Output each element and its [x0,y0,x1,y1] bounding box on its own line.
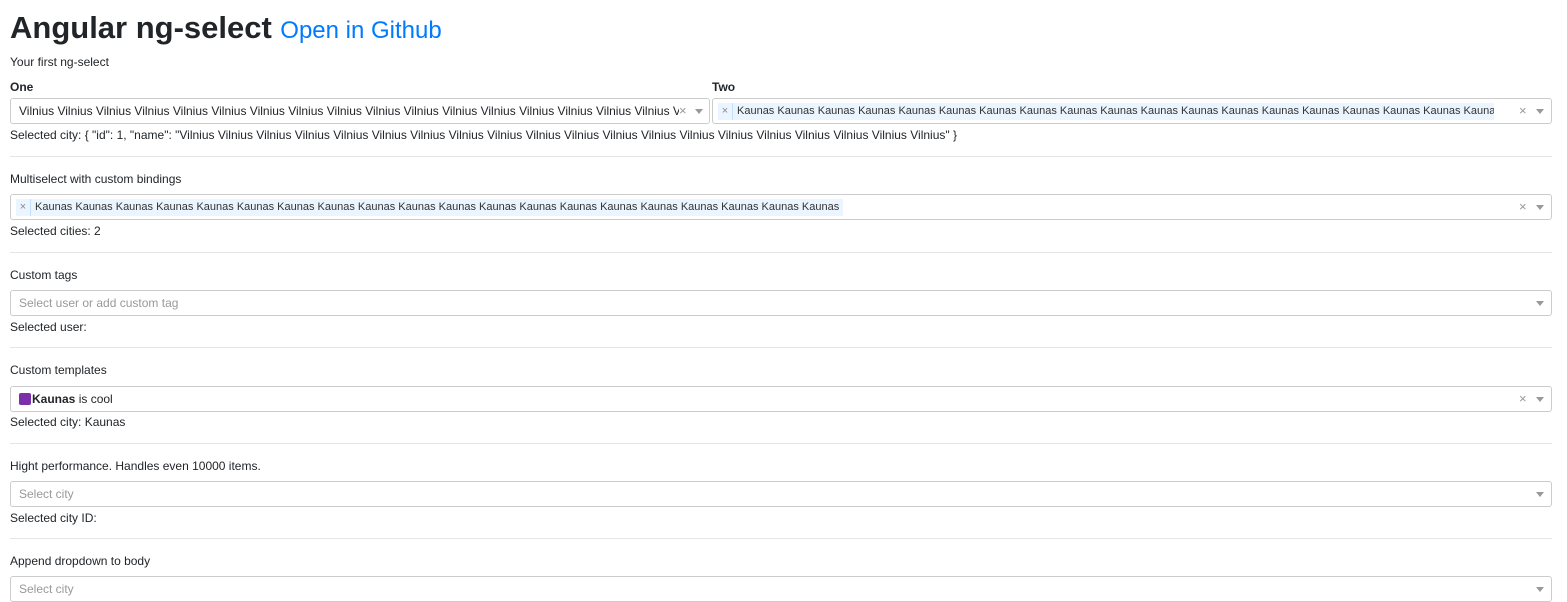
chevron-down-icon[interactable] [1536,109,1544,114]
label-append-body: Append dropdown to body [10,554,151,568]
label-one: One [10,80,34,94]
chevron-down-icon[interactable] [1536,492,1544,497]
clear-icon[interactable]: × [1519,99,1527,123]
select-two[interactable]: × Kaunas Kaunas Kaunas Kaunas Kaunas Kaun… [712,98,1552,124]
clear-icon[interactable]: × [1519,195,1527,219]
city-image-icon [19,393,31,405]
select-performance[interactable]: Select city [10,481,1552,507]
select-placeholder: Select city [19,582,74,596]
selected-cities-text: Selected cities: 2 [10,224,101,238]
select-placeholder: Select city [19,487,74,501]
city-suffix: is cool [75,392,113,406]
selected-city-id-text: Selected city ID: [10,511,97,525]
chevron-down-icon[interactable] [695,109,703,114]
chip-remove-icon[interactable]: × [16,199,31,216]
select-append-body[interactable]: Select city [10,576,1552,602]
selected-chip: × Kaunas Kaunas Kaunas Kaunas Kaunas Kaun… [16,199,844,216]
select-one[interactable]: Vilnius Vilnius Vilnius Vilnius Vilnius … [10,98,710,124]
label-multiselect: Multiselect with custom bindings [10,172,182,186]
label-performance: Hight performance. Handles even 10000 it… [10,459,261,473]
github-link[interactable]: Open in Github [280,17,441,44]
chip-label: Kaunas Kaunas Kaunas Kaunas Kaunas Kauna… [737,105,1494,117]
selected-user-text: Selected user: [10,320,87,334]
chevron-down-icon[interactable] [1536,301,1544,306]
divider [10,347,1552,348]
chevron-down-icon[interactable] [1536,397,1544,402]
chip-label: Kaunas Kaunas Kaunas Kaunas Kaunas Kauna… [35,201,840,213]
page-subtitle: Your first ng-select [10,55,109,69]
label-two: Two [712,80,736,94]
select-custom-templates[interactable]: Kaunas is cool × [10,386,1552,412]
page-title: Angular ng-select [10,10,272,45]
selected-city-text: Selected city: Kaunas [10,415,126,429]
clear-icon[interactable]: × [679,99,687,123]
select-multiselect[interactable]: × Kaunas Kaunas Kaunas Kaunas Kaunas Kaun… [10,194,1552,220]
label-custom-tags: Custom tags [10,268,78,282]
divider [10,538,1552,539]
select-placeholder: Select user or add custom tag [19,296,179,310]
clear-icon[interactable]: × [1519,387,1527,411]
divider [10,156,1552,157]
select-custom-tags[interactable]: Select user or add custom tag [10,290,1552,316]
page-header: Angular ng-select Open in Github [10,10,442,46]
selected-chip: × Kaunas Kaunas Kaunas Kaunas Kaunas Kaun… [718,103,1494,120]
divider [10,443,1552,444]
selected-city-text: Selected city: { "id": 1, "name": "Vilni… [10,128,957,142]
label-custom-templates: Custom templates [10,363,107,377]
select-one-value: Vilnius Vilnius Vilnius Vilnius Vilnius … [19,104,679,118]
city-name: Kaunas [32,392,76,406]
select-value: Kaunas is cool [19,387,113,411]
chip-remove-icon[interactable]: × [718,103,733,120]
divider [10,252,1552,253]
chevron-down-icon[interactable] [1536,205,1544,210]
